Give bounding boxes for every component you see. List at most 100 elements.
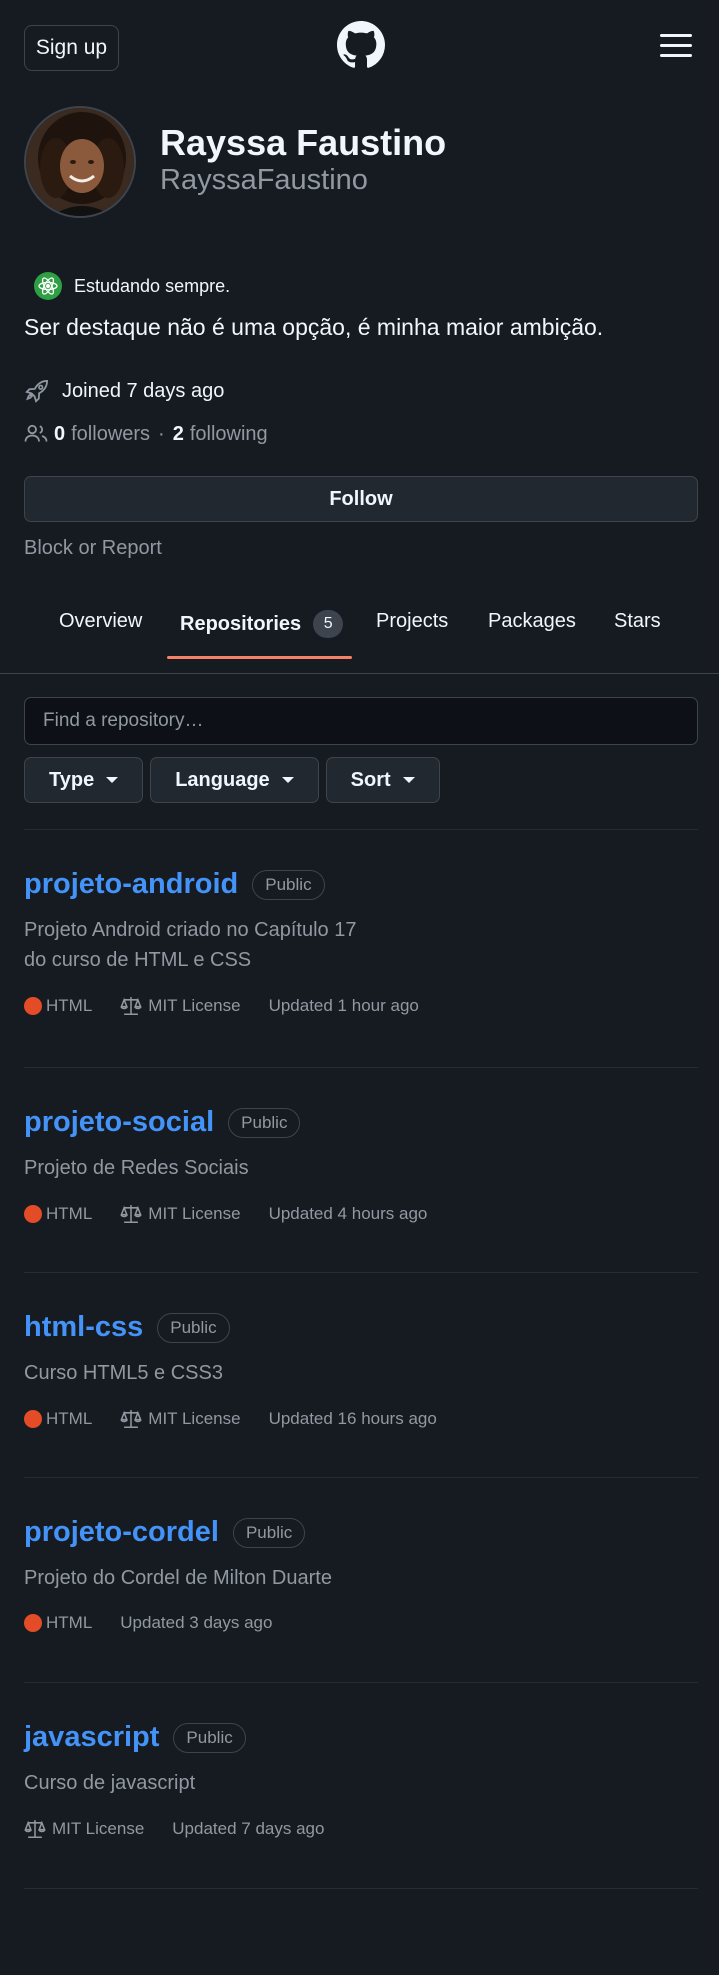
repo-license: MIT License	[120, 995, 241, 1017]
repo-description: Projeto de Redes Sociais	[24, 1157, 249, 1179]
tab-label: Projects	[376, 610, 449, 632]
status-text: Estudando sempre.	[74, 275, 231, 296]
repo-meta: HTML Updated 3 days ago	[24, 1613, 698, 1633]
updated-label: Updated 3 days ago	[120, 1613, 273, 1632]
rocket-icon	[25, 380, 48, 403]
repo-name-link[interactable]: javascript	[24, 1721, 159, 1754]
joined-text: Joined 7 days ago	[62, 379, 225, 402]
language-filter-button[interactable]: Language	[150, 757, 319, 803]
filter-label: Language	[175, 768, 270, 791]
profile-header: Rayssa Faustino RayssaFaustino	[0, 92, 719, 252]
language-color-icon	[24, 1410, 42, 1428]
tab-label: Repositories	[180, 612, 302, 635]
tab-label: Stars	[614, 610, 661, 632]
atom-icon	[34, 272, 62, 300]
repo-language: HTML	[24, 1613, 92, 1633]
menu-icon[interactable]	[660, 34, 692, 58]
tab-label: Packages	[488, 610, 576, 632]
law-scale-icon	[120, 1410, 143, 1429]
repo-updated: Updated 16 hours ago	[269, 1409, 437, 1429]
follow-counts: 0 followers · 2 following	[24, 422, 268, 446]
people-icon	[24, 424, 48, 442]
github-logo-icon[interactable]	[337, 21, 385, 69]
language-label: HTML	[46, 996, 93, 1015]
filter-bar: Type Language Sort	[24, 757, 447, 803]
tab-projects[interactable]: Projects	[376, 610, 448, 633]
header: Sign up	[0, 0, 719, 92]
visibility-badge: Public	[232, 1517, 306, 1548]
language-color-icon	[24, 997, 42, 1015]
block-or-report-link[interactable]: Block or Report	[24, 537, 162, 560]
caret-down-icon	[281, 777, 294, 783]
tab-stars[interactable]: Stars	[614, 610, 661, 633]
repo-description: Curso de javascript	[24, 1772, 196, 1794]
language-label: HTML	[46, 1613, 93, 1632]
repo-meta: HTML MIT License Updated 1 hour ago	[24, 995, 698, 1017]
language-label: HTML	[46, 1409, 93, 1428]
follow-button[interactable]: Follow	[24, 476, 698, 522]
law-scale-icon	[120, 1205, 143, 1224]
repo-language: HTML	[24, 1409, 92, 1429]
sort-filter-button[interactable]: Sort	[325, 757, 440, 803]
repo-language: HTML	[24, 1204, 92, 1224]
repo-description: Projeto do Cordel de Milton Duarte	[24, 1567, 332, 1589]
repo-updated: Updated 1 hour ago	[269, 996, 419, 1016]
repo-name-link[interactable]: projeto-social	[24, 1106, 214, 1139]
profile-bio: Ser destaque não é uma opção, é minha ma…	[24, 314, 604, 340]
sign-up-button[interactable]: Sign up	[24, 25, 119, 71]
tab-packages[interactable]: Packages	[488, 610, 576, 633]
repo-license: MIT License	[24, 1818, 144, 1840]
tab-overview[interactable]: Overview	[59, 610, 142, 633]
separator-dot: ·	[158, 422, 165, 445]
selected-tab-indicator	[167, 656, 352, 659]
tab-repositories[interactable]: Repositories 5	[180, 610, 344, 638]
updated-label: Updated 4 hours ago	[268, 1204, 428, 1223]
list-item: projeto-social Public Projeto de Redes S…	[24, 1067, 698, 1272]
visibility-badge: Public	[228, 1107, 301, 1138]
avatar[interactable]	[24, 106, 136, 218]
profile-login: RayssaFaustino	[160, 164, 368, 196]
law-scale-icon	[24, 1820, 46, 1839]
following-link[interactable]: following	[190, 423, 268, 446]
joined-info: Joined 7 days ago	[24, 378, 224, 404]
caret-down-icon	[106, 777, 119, 783]
license-label: MIT License	[148, 996, 241, 1015]
list-item: javascript Public Curso de javascript MI…	[24, 1682, 698, 1889]
profile-tabs: Overview Repositories 5 Projects Package…	[0, 580, 719, 674]
list-item: html-css Public Curso HTML5 e CSS3 HTML …	[24, 1272, 698, 1477]
tab-label: Overview	[59, 610, 143, 632]
repo-meta: HTML MIT License Updated 16 hours ago	[24, 1408, 698, 1430]
repo-name-link[interactable]: projeto-android	[24, 868, 238, 901]
followers-count[interactable]: 0	[54, 423, 65, 446]
language-label: HTML	[46, 1204, 93, 1223]
user-status[interactable]: Estudando sempre.	[34, 272, 230, 300]
visibility-badge: Public	[173, 1722, 246, 1753]
type-filter-button[interactable]: Type	[24, 757, 144, 803]
law-scale-icon	[120, 997, 143, 1016]
profile-name: Rayssa Faustino	[160, 122, 447, 163]
visibility-badge: Public	[157, 1312, 230, 1343]
visibility-badge: Public	[252, 869, 325, 900]
license-label: MIT License	[52, 1819, 145, 1838]
repo-updated: Updated 4 hours ago	[269, 1204, 428, 1224]
repo-description: Curso HTML5 e CSS3	[24, 1362, 223, 1384]
repo-name-link[interactable]: projeto-cordel	[24, 1516, 219, 1549]
repository-list: projeto-android Public Projeto Android c…	[24, 829, 698, 1889]
updated-label: Updated 7 days ago	[172, 1819, 325, 1838]
repo-description: Projeto Android criado no Capítulo 17 do…	[24, 919, 357, 971]
following-count[interactable]: 2	[173, 423, 184, 446]
license-label: MIT License	[148, 1204, 241, 1223]
updated-label: Updated 1 hour ago	[268, 996, 419, 1015]
filter-label: Sort	[350, 768, 391, 791]
repo-name-link[interactable]: html-css	[24, 1311, 143, 1344]
repo-license: MIT License	[120, 1203, 241, 1225]
caret-down-icon	[402, 777, 415, 783]
repository-search-input[interactable]	[24, 697, 698, 745]
language-color-icon	[24, 1614, 42, 1632]
repo-meta: HTML MIT License Updated 4 hours ago	[24, 1203, 698, 1225]
filter-label: Type	[49, 768, 95, 791]
followers-link[interactable]: followers	[71, 423, 150, 446]
repo-license: MIT License	[120, 1408, 241, 1430]
list-item: projeto-cordel Public Projeto do Cordel …	[24, 1477, 698, 1682]
repo-updated: Updated 3 days ago	[120, 1613, 272, 1633]
